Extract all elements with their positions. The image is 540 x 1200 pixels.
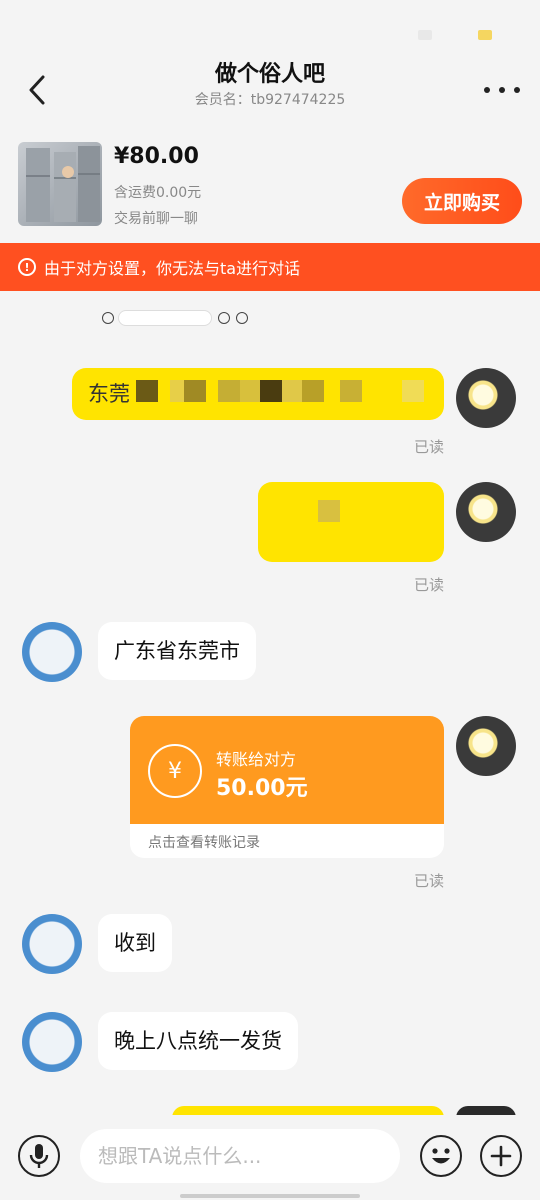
contact-avatar[interactable] <box>22 622 82 682</box>
more-dots-icon <box>499 87 505 93</box>
my-avatar[interactable] <box>456 368 516 428</box>
transfer-label: 转账给对方 <box>216 750 297 769</box>
smiley-icon <box>432 1148 450 1164</box>
my-avatar[interactable] <box>456 482 516 542</box>
transfer-record-link[interactable]: 点击查看转账记录 <box>148 832 260 852</box>
product-card[interactable]: ¥80.00 含运费0.00元 交易前聊一聊 立即购买 <box>0 130 540 240</box>
transfer-amount: 50.00元 <box>216 776 308 801</box>
status-bar <box>0 0 540 60</box>
notice-text: 由于对方设置，你无法与ta进行对话 <box>44 259 301 278</box>
read-status: 已读 <box>414 576 445 594</box>
warning-circle-icon: ! <box>18 258 36 276</box>
chat-input-bar <box>0 1115 540 1200</box>
message-bubble[interactable]: 东莞 <box>72 368 444 420</box>
read-status: 已读 <box>414 872 445 890</box>
pixelated-redaction <box>136 380 436 402</box>
title-block: 做个俗人吧 会员名：tb927474225 <box>120 60 420 110</box>
buy-now-button[interactable]: 立即购买 <box>402 178 522 224</box>
voice-button[interactable] <box>18 1135 60 1177</box>
mini-input <box>118 310 212 326</box>
chat-header: 做个俗人吧 会员名：tb927474225 <box>0 56 540 126</box>
emoji-button[interactable] <box>420 1135 462 1177</box>
product-price: ¥80.00 <box>114 144 199 169</box>
transfer-card[interactable]: ¥ 转账给对方 50.00元 点击查看转账记录 <box>130 716 444 858</box>
status-indicator-icon <box>418 30 432 40</box>
message-text: 晚上八点统一发货 <box>114 1029 282 1053</box>
product-note: 交易前聊一聊 <box>114 211 198 227</box>
refrigerator-image <box>26 146 100 222</box>
message-text: 东莞 <box>88 382 130 406</box>
microphone-icon <box>29 1144 49 1168</box>
plus-icon <box>490 1145 512 1167</box>
message-input[interactable] <box>80 1129 400 1183</box>
message-bubble[interactable]: 收到 <box>98 914 172 972</box>
embedded-input-bar-image <box>100 306 260 330</box>
contact-avatar[interactable] <box>22 914 82 974</box>
plus-icon <box>236 312 248 324</box>
more-dots-icon <box>514 87 520 93</box>
message-bubble[interactable] <box>258 482 444 562</box>
battery-icon <box>478 30 492 40</box>
yuan-refresh-icon: ¥ <box>148 744 202 798</box>
more-dots-icon <box>484 87 490 93</box>
message-text: 广东省东莞市 <box>114 639 240 663</box>
message-text: 收到 <box>114 931 156 955</box>
message-bubble[interactable]: 晚上八点统一发货 <box>98 1012 298 1070</box>
product-image[interactable] <box>18 142 102 226</box>
more-button[interactable] <box>484 80 520 100</box>
notice-bar: ! 由于对方设置，你无法与ta进行对话 <box>0 243 540 291</box>
member-name: 会员名：tb927474225 <box>194 92 346 108</box>
back-button[interactable] <box>20 70 54 110</box>
chevron-left-icon <box>29 75 45 105</box>
read-status: 已读 <box>414 438 445 456</box>
shipping-fee: 含运费0.00元 <box>114 185 202 201</box>
transfer-header: ¥ 转账给对方 50.00元 <box>130 716 444 824</box>
smiley-icon <box>218 312 230 324</box>
my-avatar[interactable] <box>456 716 516 776</box>
page-title: 做个俗人吧 <box>214 62 325 87</box>
home-indicator <box>180 1194 360 1198</box>
microphone-icon <box>102 312 114 324</box>
more-actions-button[interactable] <box>480 1135 522 1177</box>
pixelated-redaction <box>318 500 342 522</box>
message-bubble[interactable]: 广东省东莞市 <box>98 622 256 680</box>
contact-avatar[interactable] <box>22 1012 82 1072</box>
